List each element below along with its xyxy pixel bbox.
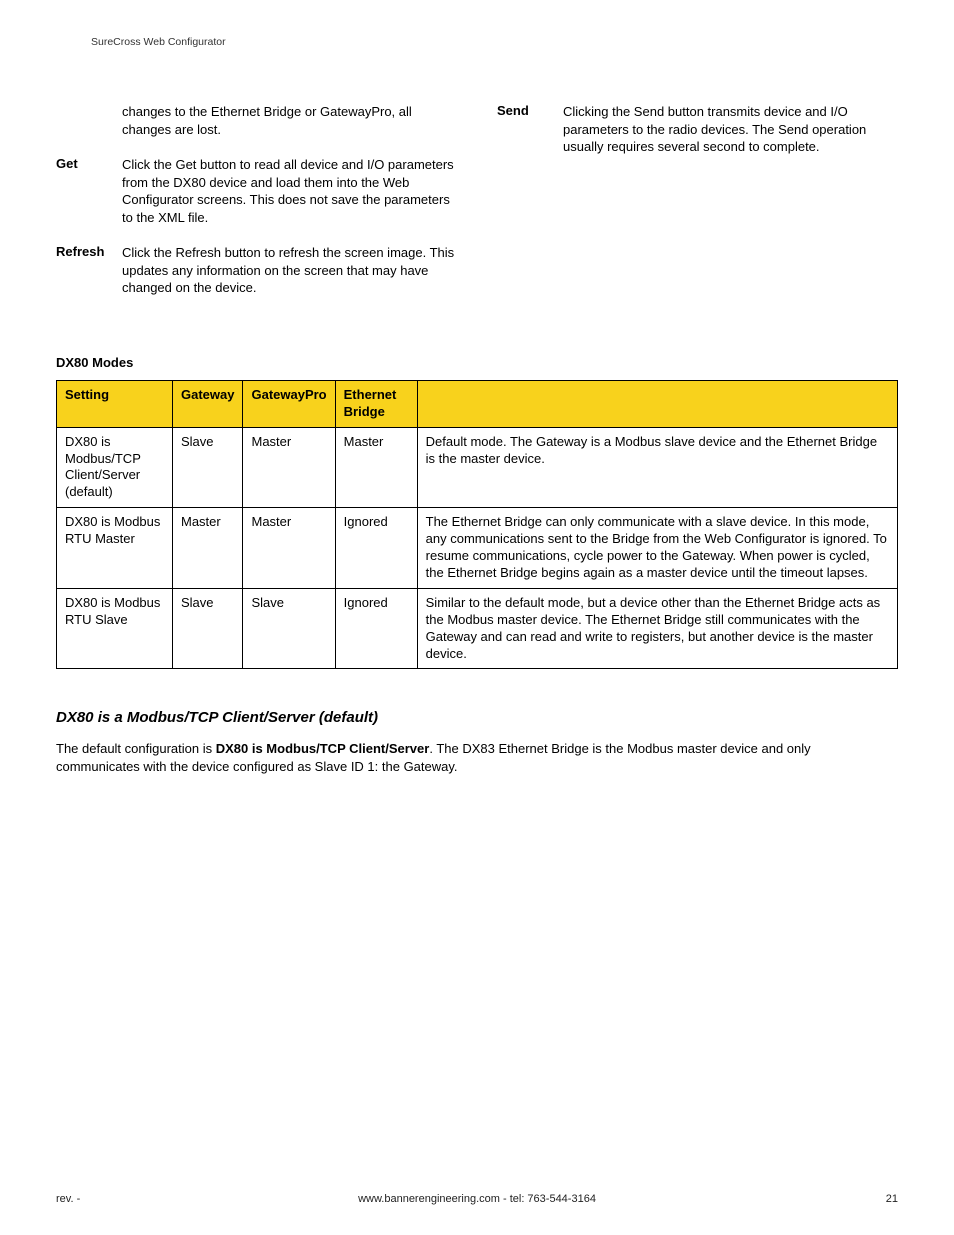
desc-get: Click the Get button to read all device … <box>122 156 457 226</box>
desc-send: Clicking the Send button transmits devic… <box>563 103 898 156</box>
cell-setting: DX80 is Modbus/TCP Client/Server (defaul… <box>57 427 173 508</box>
th-desc <box>417 380 897 427</box>
running-header: SureCross Web Configurator <box>56 36 898 48</box>
cell-setting: DX80 is Modbus RTU Master <box>57 508 173 589</box>
th-setting: Setting <box>57 380 173 427</box>
definition-get: Get Click the Get button to read all dev… <box>56 156 457 226</box>
definition-refresh: Refresh Click the Refresh button to refr… <box>56 244 457 297</box>
th-ethernet-bridge: Ethernet Bridge <box>335 380 417 427</box>
page: SureCross Web Configurator changes to th… <box>0 0 954 1235</box>
table-header-row: Setting Gateway GatewayPro Ethernet Brid… <box>57 380 898 427</box>
definition-send: Send Clicking the Send button transmits … <box>497 103 898 156</box>
table-row: DX80 is Modbus/TCP Client/Server (defaul… <box>57 427 898 508</box>
th-gatewaypro: GatewayPro <box>243 380 335 427</box>
intro-continuation: changes to the Ethernet Bridge or Gatewa… <box>122 103 457 138</box>
cell-gatewaypro: Slave <box>243 588 335 669</box>
modes-table: Setting Gateway GatewayPro Ethernet Brid… <box>56 380 898 669</box>
table-row: DX80 is Modbus RTU Slave Slave Slave Ign… <box>57 588 898 669</box>
cell-gateway: Slave <box>173 427 243 508</box>
para-pre: The default configuration is <box>56 741 216 756</box>
cell-gatewaypro: Master <box>243 427 335 508</box>
cell-eb: Ignored <box>335 508 417 589</box>
left-column: changes to the Ethernet Bridge or Gatewa… <box>56 103 457 315</box>
footer-contact: www.bannerengineering.com - tel: 763-544… <box>56 1193 898 1205</box>
cell-setting: DX80 is Modbus RTU Slave <box>57 588 173 669</box>
term-refresh: Refresh <box>56 244 122 297</box>
term-send: Send <box>497 103 563 156</box>
cell-gatewaypro: Master <box>243 508 335 589</box>
page-footer: rev. - www.bannerengineering.com - tel: … <box>56 1193 898 1205</box>
two-column-block: changes to the Ethernet Bridge or Gatewa… <box>56 103 898 315</box>
th-gateway: Gateway <box>173 380 243 427</box>
cell-gateway: Slave <box>173 588 243 669</box>
cell-eb: Master <box>335 427 417 508</box>
right-column: Send Clicking the Send button transmits … <box>497 103 898 315</box>
cell-gateway: Master <box>173 508 243 589</box>
cell-desc: Default mode. The Gateway is a Modbus sl… <box>417 427 897 508</box>
cell-desc: The Ethernet Bridge can only communicate… <box>417 508 897 589</box>
cell-desc: Similar to the default mode, but a devic… <box>417 588 897 669</box>
modes-heading: DX80 Modes <box>56 355 898 370</box>
subsection-paragraph: The default configuration is DX80 is Mod… <box>56 740 898 775</box>
table-row: DX80 is Modbus RTU Master Master Master … <box>57 508 898 589</box>
desc-refresh: Click the Refresh button to refresh the … <box>122 244 457 297</box>
term-get: Get <box>56 156 122 226</box>
para-bold: DX80 is Modbus/TCP Client/Server <box>216 741 430 756</box>
subsection-heading: DX80 is a Modbus/TCP Client/Server (defa… <box>56 709 898 726</box>
cell-eb: Ignored <box>335 588 417 669</box>
